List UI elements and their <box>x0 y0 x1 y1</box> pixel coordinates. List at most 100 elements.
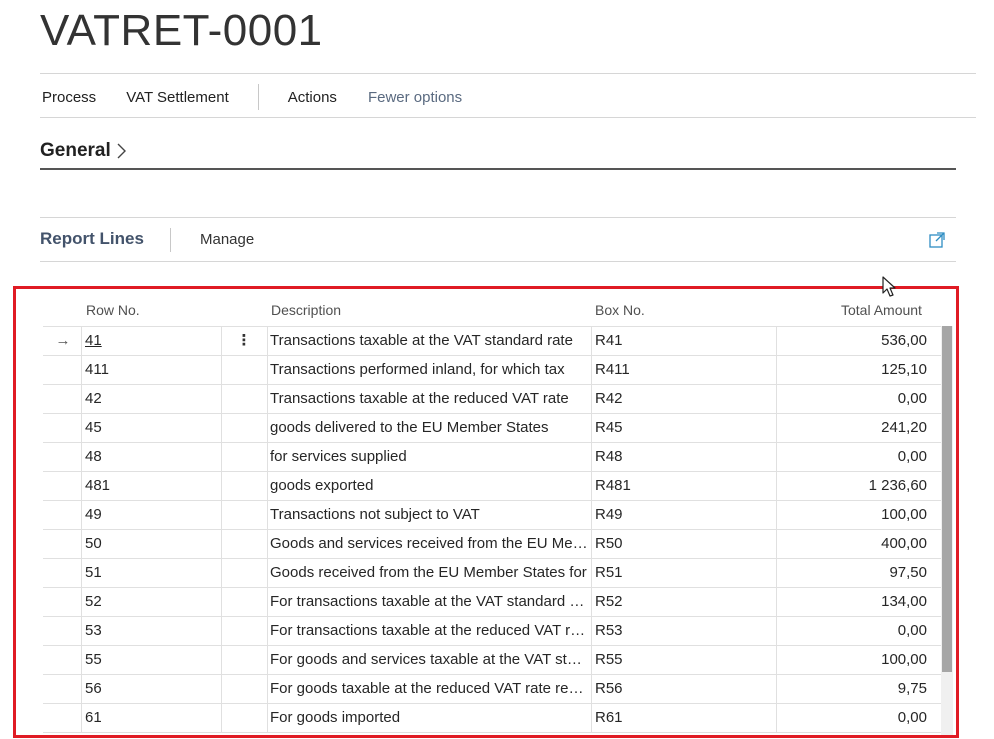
row-no-cell[interactable]: 41 <box>85 327 215 355</box>
table-row[interactable]: 55 For goods and services taxable at the … <box>43 645 943 674</box>
fewer-options-button[interactable]: Fewer options <box>368 89 462 106</box>
box-no-cell[interactable]: R51 <box>595 559 765 587</box>
box-no-cell[interactable]: R41 <box>595 327 765 355</box>
description-cell[interactable]: Transactions taxable at the reduced VAT … <box>270 385 588 413</box>
table-row[interactable]: 56 For goods taxable at the reduced VAT r… <box>43 674 943 703</box>
total-amount-cell[interactable]: 0,00 <box>779 443 927 471</box>
row-no-cell[interactable]: 52 <box>85 588 215 616</box>
column-divider <box>591 356 592 384</box>
column-divider <box>81 472 82 500</box>
description-cell[interactable]: goods exported <box>270 472 588 500</box>
box-no-cell[interactable]: R61 <box>595 704 765 732</box>
column-divider <box>591 559 592 587</box>
row-no-cell[interactable]: 42 <box>85 385 215 413</box>
box-no-cell[interactable]: R42 <box>595 385 765 413</box>
row-no-cell[interactable]: 48 <box>85 443 215 471</box>
description-cell[interactable]: For transactions taxable at the VAT stan… <box>270 588 588 616</box>
row-no-cell[interactable]: 49 <box>85 501 215 529</box>
table-row[interactable]: 51 Goods received from the EU Member Stat… <box>43 558 943 587</box>
row-no-cell[interactable]: 411 <box>85 356 215 384</box>
row-no-cell[interactable]: 481 <box>85 472 215 500</box>
total-amount-cell[interactable]: 536,00 <box>779 327 927 355</box>
table-row[interactable]: 53 For transactions taxable at the reduce… <box>43 616 943 645</box>
column-divider <box>267 327 268 355</box>
box-no-cell[interactable]: R45 <box>595 414 765 442</box>
description-cell[interactable]: For goods taxable at the reduced VAT rat… <box>270 675 588 703</box>
actions-menu[interactable]: Actions <box>288 89 337 106</box>
box-no-cell[interactable]: R49 <box>595 501 765 529</box>
box-no-cell[interactable]: R50 <box>595 530 765 558</box>
table-row[interactable]: 52 For transactions taxable at the VAT st… <box>43 587 943 616</box>
description-cell[interactable]: goods delivered to the EU Member States <box>270 414 588 442</box>
row-no-cell[interactable]: 50 <box>85 530 215 558</box>
grid-header: Row No. Description Box No. Total Amount <box>16 289 956 325</box>
table-row[interactable]: 50 Goods and services received from the E… <box>43 529 943 558</box>
manage-menu[interactable]: Manage <box>200 231 254 248</box>
table-row[interactable]: 61 For goods imported R61 0,00 <box>43 703 943 733</box>
total-amount-cell[interactable]: 0,00 <box>779 617 927 645</box>
row-no-cell[interactable]: 56 <box>85 675 215 703</box>
table-row[interactable]: 411 Transactions performed inland, for wh… <box>43 355 943 384</box>
table-row[interactable]: 45 goods delivered to the EU Member State… <box>43 413 943 442</box>
column-divider <box>591 385 592 413</box>
row-no-cell[interactable]: 61 <box>85 704 215 732</box>
total-amount-cell[interactable]: 1 236,60 <box>779 472 927 500</box>
table-row[interactable]: 49 Transactions not subject to VAT R49 100,… <box>43 500 943 529</box>
total-amount-cell[interactable]: 100,00 <box>779 646 927 674</box>
column-divider <box>591 675 592 703</box>
current-row-arrow-icon: → <box>55 332 71 349</box>
row-actions-icon[interactable]: ⋮ <box>232 327 256 355</box>
description-cell[interactable]: For transactions taxable at the reduced … <box>270 617 588 645</box>
column-divider <box>81 356 82 384</box>
box-no-cell[interactable]: R53 <box>595 617 765 645</box>
description-cell[interactable]: Goods received from the EU Member States… <box>270 559 588 587</box>
row-no-cell[interactable]: 53 <box>85 617 215 645</box>
description-cell[interactable]: Transactions not subject to VAT <box>270 501 588 529</box>
total-amount-cell[interactable]: 100,00 <box>779 501 927 529</box>
box-no-cell[interactable]: R48 <box>595 443 765 471</box>
column-header-box-no[interactable]: Box No. <box>595 302 645 318</box>
total-amount-cell[interactable]: 241,20 <box>779 414 927 442</box>
column-header-total-amount[interactable]: Total Amount <box>841 302 922 318</box>
section-underline <box>40 168 956 170</box>
description-cell[interactable]: Transactions taxable at the VAT standard… <box>270 327 588 355</box>
process-menu[interactable]: Process <box>42 89 96 106</box>
box-no-cell[interactable]: R481 <box>595 472 765 500</box>
column-header-description[interactable]: Description <box>271 302 341 318</box>
row-no-cell[interactable]: 45 <box>85 414 215 442</box>
table-row[interactable]: 481 goods exported R481 1 236,60 <box>43 471 943 500</box>
description-cell[interactable]: Goods and services received from the EU … <box>270 530 588 558</box>
column-header-row-no[interactable]: Row No. <box>86 302 140 318</box>
description-cell[interactable]: For goods imported <box>270 704 588 732</box>
description-cell[interactable]: Transactions performed inland, for which… <box>270 356 588 384</box>
grid-body: → 41 ⋮ Transactions taxable at the VAT stan… <box>43 326 943 733</box>
row-no-cell[interactable]: 51 <box>85 559 215 587</box>
box-no-cell[interactable]: R56 <box>595 675 765 703</box>
description-cell[interactable]: for services supplied <box>270 443 588 471</box>
total-amount-cell[interactable]: 97,50 <box>779 559 927 587</box>
total-amount-cell[interactable]: 0,00 <box>779 704 927 732</box>
box-no-cell[interactable]: R411 <box>595 356 765 384</box>
table-row[interactable]: → 41 ⋮ Transactions taxable at the VAT stan… <box>43 326 943 355</box>
total-amount-cell[interactable]: 134,00 <box>779 588 927 616</box>
row-no-cell[interactable]: 55 <box>85 646 215 674</box>
total-amount-cell[interactable]: 400,00 <box>779 530 927 558</box>
table-row[interactable]: 48 for services supplied R48 0,00 <box>43 442 943 471</box>
total-amount-cell[interactable]: 0,00 <box>779 385 927 413</box>
general-section-header[interactable]: General <box>40 140 127 162</box>
total-amount-cell[interactable]: 9,75 <box>779 675 927 703</box>
box-no-cell[interactable]: R55 <box>595 646 765 674</box>
description-cell[interactable]: For goods and services taxable at the VA… <box>270 646 588 674</box>
divider <box>40 73 976 74</box>
expand-icon[interactable] <box>928 231 946 249</box>
column-divider <box>221 385 222 413</box>
table-row[interactable]: 42 Transactions taxable at the reduced VA… <box>43 384 943 413</box>
scrollbar-thumb[interactable] <box>942 326 952 672</box>
total-amount-cell[interactable]: 125,10 <box>779 356 927 384</box>
vat-settlement-menu[interactable]: VAT Settlement <box>126 89 229 106</box>
column-divider <box>591 414 592 442</box>
column-divider <box>81 385 82 413</box>
column-divider <box>267 385 268 413</box>
report-lines-title[interactable]: Report Lines <box>40 229 144 249</box>
box-no-cell[interactable]: R52 <box>595 588 765 616</box>
